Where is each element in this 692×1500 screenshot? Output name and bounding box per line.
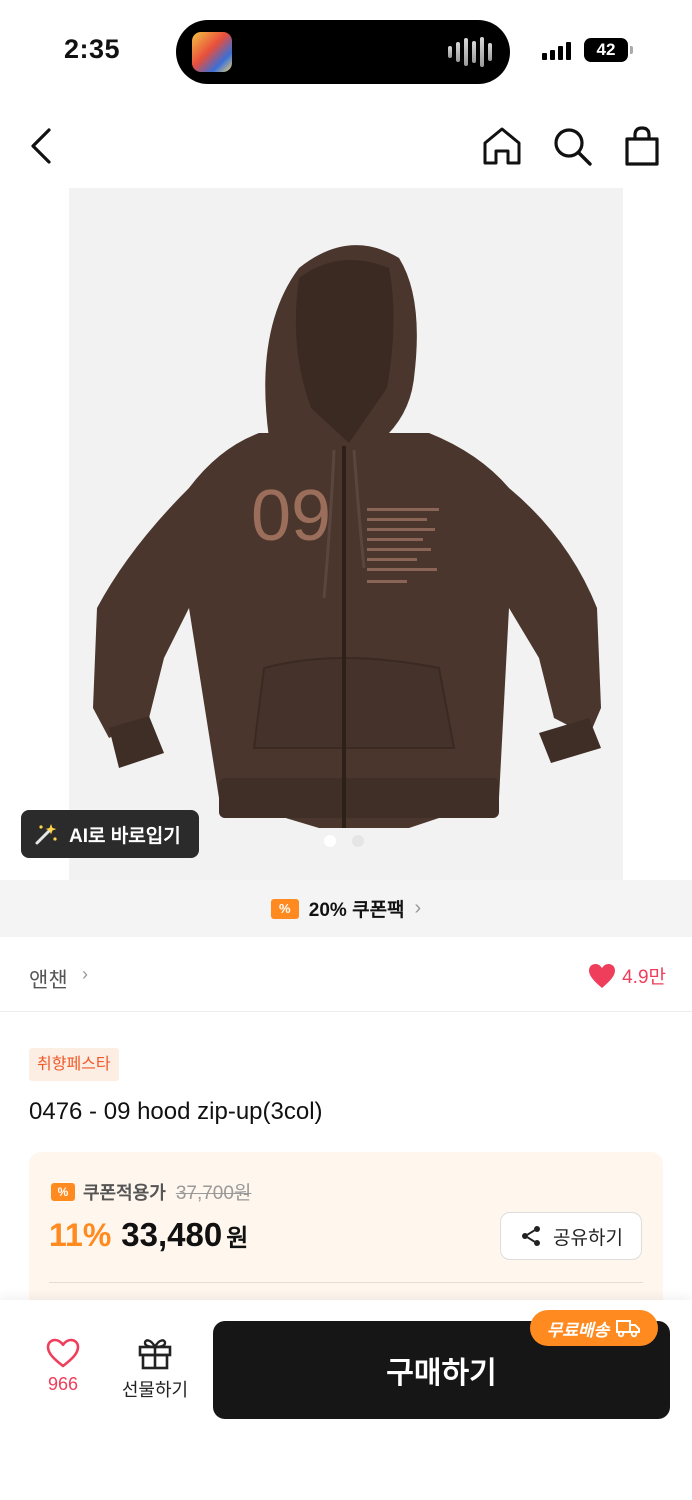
back-button[interactable] <box>20 124 64 168</box>
search-button[interactable] <box>550 124 594 168</box>
discount-rate: 11% <box>49 1217 112 1253</box>
gift-icon <box>138 1339 172 1370</box>
coupon-icon: % <box>270 898 299 919</box>
gift-label: 선물하기 <box>121 1380 189 1400</box>
brand-like-count: 4.9만 <box>622 967 666 988</box>
shopping-bag-icon <box>625 126 659 166</box>
hoodie-print-number: 09 <box>251 476 331 556</box>
cart-button[interactable] <box>620 124 664 168</box>
ai-try-on-button[interactable]: AI로 바로입기 <box>21 810 199 858</box>
share-button[interactable]: 공유하기 <box>500 1212 642 1260</box>
carousel-dot-active <box>324 835 336 847</box>
coupon-icon-text: % <box>279 901 291 916</box>
cellular-signal-icon <box>542 42 571 60</box>
share-icon <box>522 1226 541 1246</box>
free-shipping-label: 무료배송 <box>546 1320 610 1340</box>
battery-icon: 42 <box>584 38 633 62</box>
buy-label: 구매하기 <box>386 1357 497 1390</box>
heart-outline-icon <box>46 1338 80 1368</box>
status-bar: 2:35 42 <box>0 0 692 100</box>
home-icon <box>483 127 521 165</box>
coupon-pack-label: 20% 쿠폰팩 <box>308 900 405 921</box>
brand-row: 앤챈 › 4.9만 <box>0 940 692 1012</box>
brand-like-button[interactable]: 4.9만 <box>588 962 666 989</box>
bottom-action-bar: 966 선물하기 구매하기 무료배송 <box>0 1300 692 1500</box>
coupon-icon: % <box>51 1182 75 1201</box>
coupon-pack-banner[interactable]: % 20% 쿠폰팩 › <box>0 880 692 937</box>
status-time: 2:35 <box>64 34 121 64</box>
coupon-price-label: 쿠폰적용가 <box>83 1182 166 1203</box>
original-price: 37,700원 <box>175 1183 252 1204</box>
audio-wave-icon <box>448 37 492 67</box>
coupon-icon-text: % <box>57 1184 69 1199</box>
wishlist-count: 966 <box>47 1374 79 1394</box>
battery-level: 42 <box>596 40 616 59</box>
wishlist-button[interactable]: 966 <box>30 1338 96 1408</box>
chevron-right-icon: › <box>82 964 88 984</box>
sale-price: 33,480 <box>121 1216 223 1253</box>
product-title: 0476 - 09 hood zip-up(3col) <box>29 1098 323 1125</box>
price-row: 11% 33,480 원 <box>49 1216 248 1254</box>
product-image: 09 <box>69 188 623 880</box>
dynamic-island <box>176 20 510 84</box>
heart-filled-icon <box>589 963 616 988</box>
carousel-indicator <box>324 835 364 847</box>
brand-name-link[interactable]: 앤챈 <box>29 964 68 994</box>
carousel-dot <box>352 835 364 847</box>
divider <box>49 1282 643 1283</box>
chevron-right-icon: › <box>414 897 422 919</box>
home-button[interactable] <box>480 124 524 168</box>
gift-button[interactable]: 선물하기 <box>114 1336 196 1408</box>
top-nav <box>0 112 692 180</box>
coupon-price-label-row: % 쿠폰적용가 37,700원 <box>51 1178 251 1205</box>
free-shipping-badge: 무료배송 <box>530 1310 658 1346</box>
price-currency: 원 <box>226 1225 249 1252</box>
ai-try-on-label: AI로 바로입기 <box>69 825 181 847</box>
product-image-carousel[interactable]: 09 AI로 바로입기 <box>0 188 692 880</box>
hoodie-illustration: 09 <box>93 245 601 828</box>
now-playing-app-icon <box>192 32 232 72</box>
search-icon <box>554 128 592 166</box>
chevron-left-icon <box>31 128 51 164</box>
share-label: 공유하기 <box>553 1227 623 1249</box>
event-tag-badge: 취향페스타 <box>29 1048 119 1081</box>
magic-wand-icon <box>35 824 57 845</box>
delivery-truck-icon <box>616 1320 641 1338</box>
